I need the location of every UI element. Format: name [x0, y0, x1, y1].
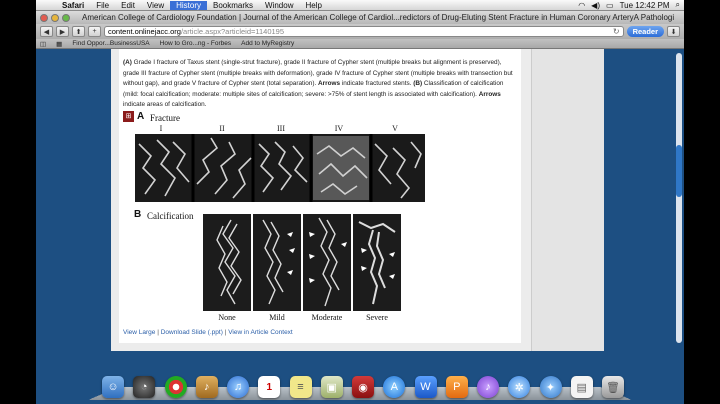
- panel-a-title: Fracture: [150, 113, 180, 123]
- panel-a-letter: A: [137, 111, 145, 122]
- preview-icon[interactable]: ▣: [320, 376, 343, 398]
- share-button[interactable]: ⬆: [72, 26, 85, 37]
- content-column: (A) Grade I fracture of Taxus stent (sin…: [111, 49, 531, 351]
- menu-window[interactable]: Window: [259, 1, 299, 10]
- menu-edit[interactable]: Edit: [115, 1, 141, 10]
- caption-arrows-a: Arrows: [318, 80, 341, 87]
- itunes-icon[interactable]: ♪: [477, 376, 499, 398]
- calcification-label: Severe: [366, 313, 388, 322]
- menu-bookmarks[interactable]: Bookmarks: [207, 1, 259, 10]
- top-sites-icon[interactable]: ▦: [56, 40, 62, 48]
- back-button[interactable]: ◀: [40, 26, 53, 37]
- window-title: American College of Cardiology Foundatio…: [82, 13, 674, 22]
- bookmark-item[interactable]: How to Gro...ng - Forbes: [160, 40, 232, 47]
- panel-b-title: Calcification: [147, 211, 194, 221]
- word-icon[interactable]: W: [414, 376, 437, 398]
- url-host: content.onlinejacc.org: [108, 27, 181, 36]
- web-page: (A) Grade I fracture of Taxus stent (sin…: [36, 49, 684, 351]
- stickies-icon[interactable]: ≡: [289, 376, 312, 398]
- spotlight-icon[interactable]: ⌕: [676, 0, 680, 10]
- photo-booth-icon[interactable]: ◉: [352, 376, 374, 398]
- bookmarks-bar: ◫ ▦ Find Oppor...BusinessUSA How to Gro.…: [36, 39, 684, 49]
- download-slide-link[interactable]: Download Slide (.ppt): [161, 329, 223, 336]
- grade-label: V: [392, 124, 398, 133]
- article-figure-box: (A) Grade I fracture of Taxus stent (sin…: [119, 49, 521, 343]
- app-store-icon[interactable]: A: [383, 376, 406, 398]
- title-bar: American College of Cardiology Foundatio…: [36, 11, 684, 24]
- grade-label: IV: [334, 124, 344, 133]
- calcification-xray-severe: [353, 214, 401, 311]
- menu-history[interactable]: History: [170, 0, 208, 10]
- grade-label: I: [159, 124, 163, 133]
- finder-icon[interactable]: ☺: [102, 376, 124, 398]
- grade-label: II: [219, 124, 225, 133]
- view-in-context-link[interactable]: View in Article Context: [228, 329, 293, 336]
- figure-links: View Large | Download Slide (.ppt) | Vie…: [123, 329, 293, 336]
- safari-icon[interactable]: ✦: [539, 376, 562, 398]
- menu-view[interactable]: View: [141, 1, 170, 10]
- menu-app-name[interactable]: Safari: [56, 1, 90, 10]
- panel-b-letter: B: [134, 209, 142, 220]
- url-path: /article.aspx?articleid=1140195: [180, 27, 285, 36]
- close-button[interactable]: [40, 13, 48, 22]
- battery-icon[interactable]: ▭: [606, 1, 614, 10]
- caption-arrows-b: Arrows: [478, 90, 501, 98]
- caption-label-a: (A): [123, 59, 132, 66]
- forward-button[interactable]: ▶: [56, 26, 69, 37]
- file-icon[interactable]: ▤: [570, 376, 593, 398]
- minimize-button[interactable]: [51, 13, 59, 22]
- grade-label: III: [277, 124, 285, 133]
- add-bookmark-button[interactable]: +: [88, 26, 101, 37]
- calcification-label: Moderate: [311, 313, 343, 322]
- bookmark-item[interactable]: Find Oppor...BusinessUSA: [72, 40, 149, 47]
- menu-file[interactable]: File: [90, 1, 115, 10]
- menu-bar: Safari File Edit View History Bookmarks …: [36, 0, 684, 11]
- downloads-button[interactable]: ⬇: [667, 26, 680, 37]
- powerpoint-icon[interactable]: P: [445, 376, 468, 398]
- menu-help[interactable]: Help: [299, 1, 327, 10]
- calcification-label: None: [218, 313, 236, 322]
- bookmark-item[interactable]: Add to MyRegistry: [241, 40, 294, 47]
- caption-text-b2: indicate areas of calcification.: [123, 101, 207, 108]
- toolbar: ◀ ▶ ⬆ + content.onlinejacc.org /article.…: [36, 24, 684, 39]
- chrome-icon[interactable]: [164, 376, 187, 398]
- reader-button[interactable]: Reader: [626, 26, 664, 37]
- safari-icon[interactable]: ✲: [508, 376, 531, 398]
- clock[interactable]: Tue 12:42 PM: [620, 1, 670, 10]
- scrollbar-thumb[interactable]: [676, 145, 682, 197]
- status-area: ◠ ◀) ▭ Tue 12:42 PM ⌕: [578, 0, 684, 10]
- window-controls: [36, 13, 70, 22]
- calendar-icon[interactable]: 1: [258, 376, 281, 398]
- wifi-icon[interactable]: ◠: [578, 1, 585, 10]
- itunes-icon[interactable]: ♫: [227, 376, 249, 398]
- dock-icons: ☺ ◔ ♪ ♫ 1 ≡ ▣ ◉ A W P ♪ ✲ ✦ ▤ 🗑: [102, 368, 624, 398]
- calcification-xray-mild: [253, 214, 301, 311]
- trash-icon[interactable]: 🗑: [602, 376, 624, 398]
- caption-label-b: (B): [413, 80, 423, 87]
- figure-caption: (A) Grade I fracture of Taxus stent (sin…: [123, 58, 515, 111]
- reload-icon[interactable]: ↻: [613, 27, 620, 36]
- itunes-icon[interactable]: ♪: [195, 376, 218, 398]
- scrollbar-track[interactable]: [676, 53, 682, 343]
- zoom-button[interactable]: [62, 13, 70, 22]
- calcification-xray-none: [203, 214, 251, 311]
- dock: ☺ ◔ ♪ ♫ 1 ≡ ▣ ◉ A W P ♪ ✲ ✦ ▤ 🗑: [36, 357, 684, 404]
- dashboard-icon[interactable]: ◔: [133, 376, 156, 398]
- reading-list-icon[interactable]: ◫: [40, 40, 46, 48]
- address-bar[interactable]: content.onlinejacc.org /article.aspx?art…: [104, 26, 624, 37]
- figure-image[interactable]: ⊞ A Fracture I II III IV V B Calcificati…: [123, 111, 427, 325]
- screen: Safari File Edit View History Bookmarks …: [36, 0, 684, 404]
- view-large-link[interactable]: View Large: [123, 329, 155, 336]
- calcification-xray-moderate: [303, 214, 351, 311]
- calcification-label: Mild: [269, 313, 285, 322]
- right-sidebar: [531, 49, 604, 351]
- figure-expand-icon[interactable]: ⊞: [123, 111, 134, 122]
- volume-icon[interactable]: ◀): [591, 1, 600, 10]
- fracture-xray-strip: [135, 134, 425, 202]
- caption-text-a2: indicate fractured stents.: [340, 80, 414, 87]
